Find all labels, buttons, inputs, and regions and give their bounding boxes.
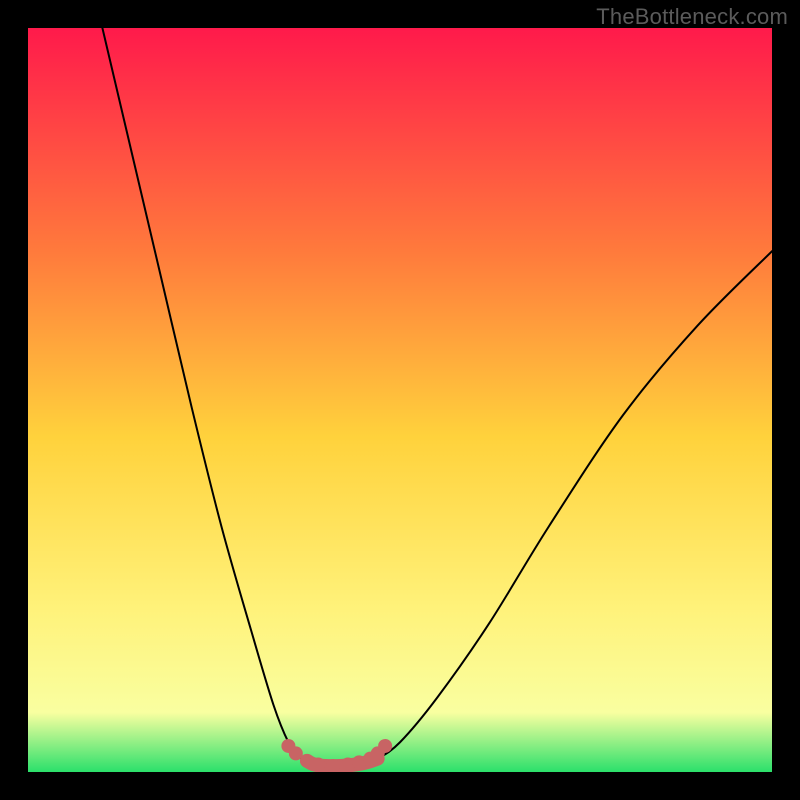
chart-frame: TheBottleneck.com [0,0,800,800]
gradient-background [28,28,772,772]
bottleneck-curve-chart [28,28,772,772]
watermark-text: TheBottleneck.com [596,4,788,30]
plot-area [28,28,772,772]
floor-marker [311,758,325,772]
floor-marker [378,739,392,753]
